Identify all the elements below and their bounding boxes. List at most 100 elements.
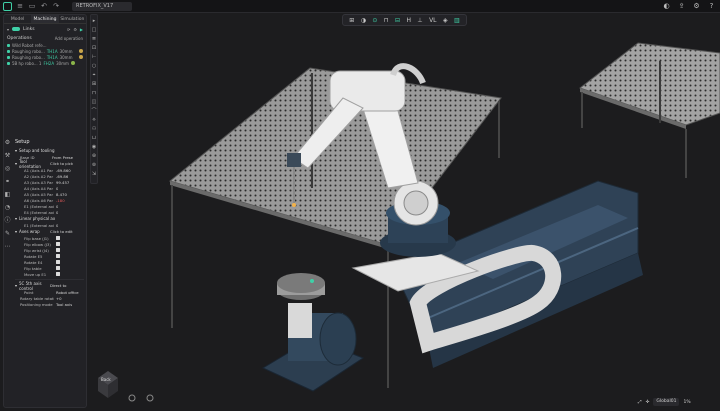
checkbox[interactable] [56, 248, 60, 252]
view-toolbar-item[interactable]: ⊙ [372, 17, 377, 24]
arc-icon[interactable]: ⌒ [91, 108, 97, 114]
lock-icon[interactable]: ⊓ [91, 90, 97, 96]
chevron-down-icon: ▾ [15, 283, 18, 288]
setup-side-icons: ⚙ ⚒ ◎ ⚭ ◧ ◔ ⓘ ✎ ⋯ [4, 139, 12, 250]
chevron-down-icon[interactable]: ▾ [7, 27, 9, 32]
links-label: Links [23, 26, 35, 32]
export-icon[interactable]: ⇲ [91, 171, 97, 177]
info-icon[interactable]: ⓘ [4, 217, 11, 224]
positioning-row[interactable]: Positioning mode Tool axis [15, 301, 84, 307]
help-icon[interactable]: ? [707, 2, 716, 11]
view-cube-label: Back [101, 377, 111, 382]
robot-icon[interactable]: ⚇ [91, 126, 97, 132]
section-axis-control[interactable]: ▾ 5C 5th axis control Direct to [15, 281, 84, 291]
view-toolbar-item[interactable]: VL [429, 17, 436, 24]
checkbox[interactable] [56, 272, 60, 276]
checkbox[interactable] [56, 266, 60, 270]
zoom-percent: 1% [683, 399, 691, 405]
measure-icon[interactable]: ⊢ [91, 54, 97, 60]
coordinate-system-select[interactable]: Global01 [653, 398, 680, 406]
links-toggle[interactable] [12, 27, 21, 31]
view-toolbar-item[interactable]: H [406, 17, 411, 24]
camera-icon[interactable]: ◉ [91, 144, 97, 150]
fixture-icon[interactable]: ⊔ [91, 135, 97, 141]
checkbox[interactable] [56, 236, 60, 240]
layers-icon[interactable]: ≣ [91, 36, 97, 42]
view-toolbar-item[interactable]: ⊟ [395, 17, 400, 24]
flip-row[interactable]: Move up E1 [15, 271, 84, 277]
list-item[interactable]: 5B hp robo... 1 FH2A 30mm [4, 60, 86, 66]
section-axes-wrap[interactable]: ▾ Axes wrap Click to edit [15, 228, 84, 235]
more-icon[interactable]: ⋯ [4, 243, 11, 250]
pin-icon[interactable]: ⌖ [91, 72, 97, 78]
operation-time: 30mm [56, 60, 69, 66]
tool-icon[interactable]: ⚒ [4, 152, 11, 159]
play-icon[interactable]: ▶ [80, 27, 83, 32]
fit-view-icon[interactable] [146, 394, 154, 402]
warning-icon [79, 55, 83, 59]
undo-icon[interactable]: ↶ [40, 2, 48, 10]
tab-model[interactable]: Model [4, 15, 31, 23]
section-linear-physical[interactable]: ▾ Linear physical ax [15, 215, 84, 222]
wand-icon[interactable]: ✎ [4, 230, 11, 237]
view-toolbar-item[interactable]: ⊥ [417, 17, 422, 24]
links-row: ▾ Links ⟳ ⚙ ▶ [4, 24, 86, 34]
tab-simulation[interactable]: Simulation [59, 15, 86, 23]
view-toolbar-item[interactable]: ◈ [443, 17, 448, 24]
operation-icon [7, 55, 10, 59]
sync-icon[interactable]: ◐ [662, 2, 671, 11]
frame-icon[interactable]: ⊡ [91, 45, 97, 51]
operation-name: 5B hp robo... 1 [12, 60, 42, 66]
operation-icon [7, 43, 10, 47]
share-icon[interactable]: ⇪ [677, 2, 686, 11]
warning-icon [79, 49, 83, 53]
setup-icon[interactable]: ⚙ [4, 139, 11, 146]
view-toolbar-item[interactable]: ⊓ [384, 17, 389, 24]
document-name[interactable]: RETROFIX_V17 [72, 1, 132, 11]
chevron-down-icon: ▾ [15, 161, 18, 166]
checkbox[interactable] [56, 242, 60, 246]
operation-name: Roughing robo... [12, 54, 45, 60]
orbit-icon[interactable]: ○ [91, 63, 97, 69]
save-icon[interactable]: ▭ [28, 2, 36, 10]
rotary-positioner[interactable] [261, 273, 365, 392]
redo-icon[interactable]: ↷ [52, 2, 60, 10]
view-toolbar-item[interactable]: ▥ [454, 17, 460, 24]
refresh-icon[interactable]: ⟳ [67, 27, 70, 32]
tab-machining[interactable]: Machining [31, 15, 59, 23]
cube-icon[interactable]: ◧ [4, 191, 11, 198]
grid-icon[interactable]: ⊞ [91, 81, 97, 87]
settings-icon[interactable]: ⚙ [692, 2, 701, 11]
menu-icon[interactable]: ≡ [16, 2, 24, 10]
nav-icon[interactable]: ✣ [646, 400, 650, 405]
add-operation-button[interactable]: Add operation [55, 36, 83, 41]
link-icon[interactable]: ⚭ [4, 178, 11, 185]
expand-icon[interactable]: ⤢ [638, 399, 642, 405]
point-row[interactable]: Point Robot office [15, 289, 84, 295]
operation-status: TH1A [46, 54, 58, 60]
operation-time: 30mm [59, 54, 73, 60]
3d-viewport[interactable]: Back [98, 13, 720, 411]
target-icon[interactable]: ◎ [4, 165, 11, 172]
vertical-toolbar: ▸ □ ≣ ⊡ ⊢ ○ ⌖ ⊞ ⊓ ◫ ⌒ ⟡ ⚇ ⊔ ◉ ⊛ ⊚ ⇲ [90, 14, 98, 184]
section-tool-orientation[interactable]: ▾ Tool orientation Click to pick [15, 159, 84, 169]
section-setup-tooling[interactable]: ▾ Setup and tooling [15, 147, 84, 154]
home-view-icon[interactable] [128, 394, 136, 402]
operation-status: TH1A [46, 48, 58, 54]
select-icon[interactable]: ▸ [91, 18, 97, 24]
checkbox[interactable] [56, 260, 60, 264]
tool-path-icon[interactable]: ⟡ [91, 117, 97, 123]
gear-icon[interactable]: ⚙ [73, 27, 77, 32]
sim-icon[interactable]: ⊚ [91, 162, 97, 168]
view-cube[interactable]: Back [98, 371, 118, 398]
view-toolbar-item[interactable]: ◑ [361, 17, 366, 24]
top-bar: ≡ ▭ ↶ ↷ RETROFIX_V17 ◐ ⇪ ⚙ ? [0, 0, 720, 13]
view-toolbar-item[interactable]: ⊞ [349, 17, 354, 24]
collision-icon[interactable]: ⊛ [91, 153, 97, 159]
box-icon[interactable]: □ [91, 27, 97, 33]
welding-table-right[interactable] [578, 42, 720, 178]
checkbox[interactable] [56, 254, 60, 258]
gauge-icon[interactable]: ◔ [4, 204, 11, 211]
operations-header: Operations Add operation [4, 34, 86, 42]
section-icon[interactable]: ◫ [91, 99, 97, 105]
